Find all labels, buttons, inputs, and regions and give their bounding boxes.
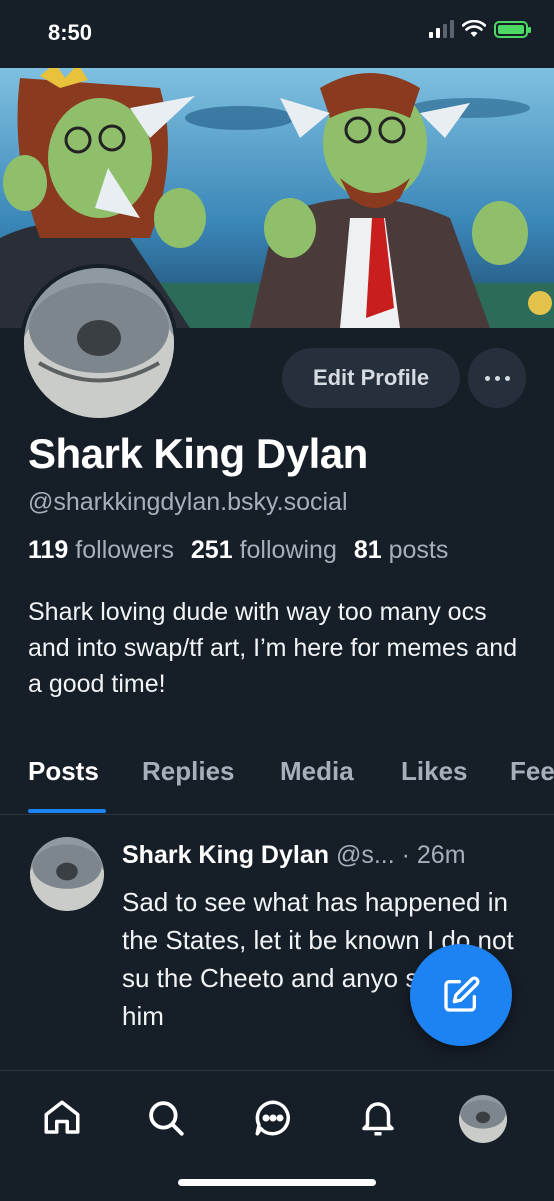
nav-search[interactable]: [141, 1093, 191, 1143]
post-handle: @s...: [335, 841, 395, 869]
tab-likes[interactable]: Likes: [401, 756, 468, 787]
post-author[interactable]: Shark King Dylan: [122, 841, 329, 869]
bottom-navigation: [0, 1070, 554, 1201]
home-indicator[interactable]: [178, 1179, 376, 1186]
home-icon: [44, 1100, 80, 1134]
profile-tabs: Posts Replies Media Likes Fee: [0, 742, 554, 815]
profile-avatar[interactable]: [20, 264, 178, 422]
wifi-icon: [462, 20, 486, 37]
display-name: Shark King Dylan: [28, 430, 368, 477]
status-bar: 8:50: [0, 0, 554, 68]
profile-bio: Shark loving dude with way too many ocs …: [28, 598, 518, 698]
search-icon: [149, 1101, 184, 1136]
nav-notifications[interactable]: [353, 1093, 403, 1143]
posts-count: 81 posts: [353, 536, 449, 564]
tab-feeds[interactable]: Fee: [510, 756, 554, 787]
profile-stats: 119 followers 251 following 81 posts: [28, 536, 448, 565]
chat-icon: [255, 1100, 290, 1136]
post-timestamp: · 26m: [401, 841, 466, 869]
nav-profile[interactable]: [459, 1095, 507, 1143]
battery-icon: [494, 20, 531, 38]
signal-icon: [429, 20, 454, 38]
post-avatar[interactable]: [30, 837, 104, 911]
nav-home[interactable]: [37, 1093, 87, 1143]
edit-profile-button[interactable]: Edit Profile: [282, 348, 460, 408]
post-header: Shark King Dylan @s... · 26m: [122, 841, 466, 870]
followers-link[interactable]: 119 followers: [28, 536, 174, 564]
tab-replies[interactable]: Replies: [142, 756, 235, 787]
bell-icon: [362, 1102, 394, 1136]
shark-avatar-image: [30, 837, 104, 911]
more-options-button[interactable]: [468, 348, 526, 408]
active-tab-indicator: [28, 809, 106, 813]
following-link[interactable]: 251 following: [191, 536, 337, 564]
profile-handle: @sharkkingdylan.bsky.social: [28, 488, 348, 516]
ellipsis-icon: [484, 375, 510, 381]
status-icons: [429, 20, 531, 38]
shark-avatar-image: [24, 268, 174, 418]
compose-icon: [444, 976, 480, 1012]
shark-avatar-image: [459, 1095, 507, 1143]
compose-button[interactable]: [410, 944, 512, 1046]
status-time: 8:50: [48, 20, 93, 45]
tab-media[interactable]: Media: [280, 756, 354, 787]
tab-posts[interactable]: Posts: [28, 756, 99, 787]
nav-chat[interactable]: [248, 1093, 298, 1143]
